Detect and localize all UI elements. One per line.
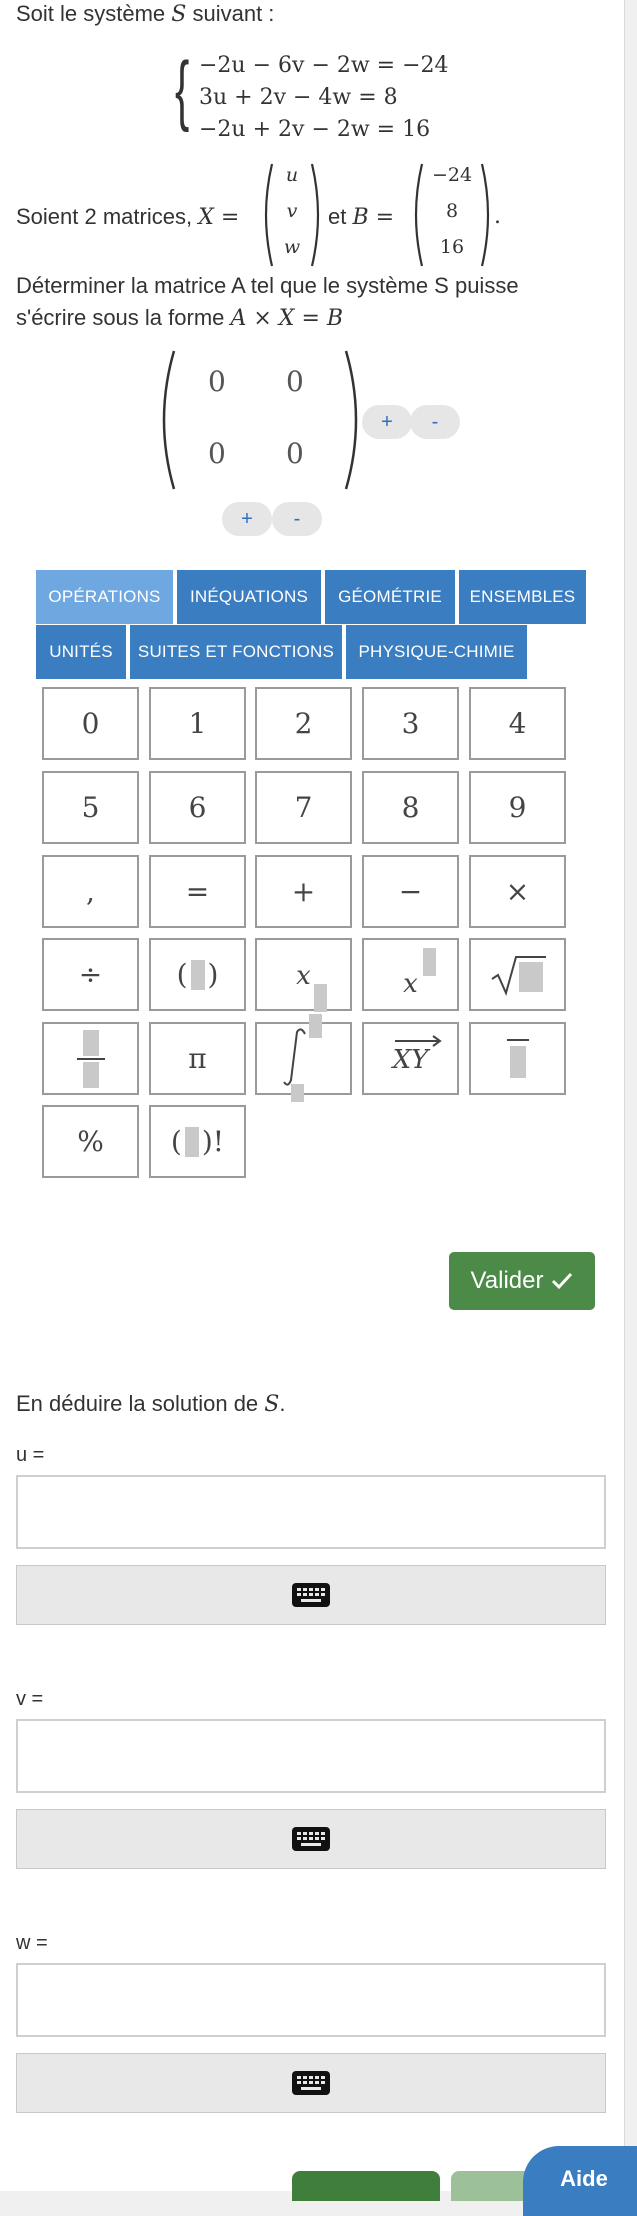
key-equals[interactable]: = [149, 855, 246, 928]
tab-ensembles[interactable]: ENSEMBLES [459, 570, 586, 624]
help-button[interactable]: Aide [523, 2146, 637, 2216]
key-plus[interactable]: + [255, 855, 352, 928]
key-divide[interactable]: ÷ [42, 938, 139, 1011]
answer-v-input[interactable] [16, 1719, 606, 1793]
equation-3: −2u + 2v − 2w = 16 [199, 117, 431, 142]
equation-1: −2u − 6v − 2w = −24 [199, 53, 449, 78]
key-subscript[interactable]: x [255, 938, 352, 1012]
matrix-b: −24 8 16 [412, 160, 492, 270]
intro-text: Soit le système S suivant : [16, 1, 275, 27]
key-minus[interactable]: − [362, 855, 459, 928]
key-fraction[interactable] [42, 1022, 139, 1095]
validate-button[interactable]: Valider [449, 1252, 595, 1310]
remove-row-button[interactable]: - [272, 502, 322, 536]
matrix-b-entry: 16 [439, 236, 465, 258]
keyboard-icon [292, 1583, 330, 1607]
deduce-text: En déduire la solution de S. [16, 1391, 286, 1417]
matrix-x-entry: v [286, 200, 298, 222]
key-times[interactable]: × [469, 855, 566, 928]
key-pi[interactable]: π [149, 1022, 246, 1095]
matrix-x-entry: u [285, 164, 299, 186]
matrix-a-cell[interactable]: 0 [208, 437, 226, 470]
key-integral[interactable] [255, 1014, 352, 1102]
key-1[interactable]: 1 [149, 687, 246, 760]
answer-w-keyboard-toggle[interactable] [16, 2053, 606, 2113]
overline-icon [506, 1038, 529, 1078]
matrix-x: u v w [262, 160, 322, 270]
equation-2: 3u + 2v − 4w = 8 [199, 85, 398, 110]
keyboard-icon [292, 2071, 330, 2095]
matrix-a-cell[interactable]: 0 [286, 365, 304, 398]
key-4[interactable]: 4 [469, 687, 566, 760]
add-row-button[interactable]: + [222, 502, 272, 536]
tab-suites-et-fonctions[interactable]: SUITES ET FONCTIONS [130, 625, 342, 679]
sentence-period: . [494, 204, 501, 229]
key-9[interactable]: 9 [469, 771, 566, 844]
matrices-sentence-prefix: Soient 2 matrices, X = [16, 204, 240, 230]
answer-w-label: w = [16, 1932, 48, 1954]
remove-column-button[interactable]: - [410, 405, 460, 439]
key-5[interactable]: 5 [42, 771, 139, 844]
check-icon [552, 1272, 573, 1290]
key-percent[interactable]: % [42, 1105, 139, 1178]
tab-operations[interactable]: OPÉRATIONS [36, 570, 173, 624]
tab-inequations[interactable]: INÉQUATIONS [177, 570, 321, 624]
task-line-2: s'écrire sous la forme A × X = B [16, 305, 344, 331]
task-line-1: Déterminer la matrice A tel que le systè… [16, 273, 519, 298]
key-6[interactable]: 6 [149, 771, 246, 844]
tab-physique-chimie[interactable]: PHYSIQUE-CHIMIE [346, 625, 527, 679]
key-factorial[interactable]: ()! [149, 1105, 246, 1178]
matrix-x-entry: w [283, 236, 301, 258]
bottom-primary-button[interactable] [292, 2171, 440, 2201]
tab-unites[interactable]: UNITÉS [36, 625, 126, 679]
key-comma[interactable]: , [42, 855, 139, 928]
key-8[interactable]: 8 [362, 771, 459, 844]
answer-u-label: u = [16, 1444, 45, 1466]
key-superscript[interactable]: x [362, 938, 459, 1011]
key-square-root[interactable] [469, 938, 566, 1011]
answer-w-input[interactable] [16, 1963, 606, 2037]
matrix-b-entry: −24 [431, 164, 473, 186]
key-vector[interactable]: XY [362, 1022, 459, 1095]
vector-arrow-icon [394, 1035, 442, 1047]
matrix-a-cell[interactable]: 0 [286, 437, 304, 470]
matrix-b-entry: 8 [445, 200, 459, 222]
key-parentheses[interactable]: () [149, 938, 246, 1011]
answer-u-input[interactable] [16, 1475, 606, 1549]
key-3[interactable]: 3 [362, 687, 459, 760]
key-2[interactable]: 2 [255, 687, 352, 760]
fraction-icon [76, 1029, 105, 1088]
keyboard-icon [292, 1827, 330, 1851]
integral-icon [283, 1014, 322, 1102]
matrix-a-cell[interactable]: 0 [208, 365, 226, 398]
answer-v-keyboard-toggle[interactable] [16, 1809, 606, 1869]
key-overline[interactable] [469, 1022, 566, 1095]
add-column-button[interactable]: + [362, 405, 412, 439]
matrices-sentence-connector: et B = [328, 204, 395, 230]
key-7[interactable]: 7 [255, 771, 352, 844]
matrix-a-editor: 0 0 0 0 [160, 345, 360, 495]
square-root-icon [490, 955, 546, 996]
answer-u-keyboard-toggle[interactable] [16, 1565, 606, 1625]
bottom-secondary-button[interactable] [451, 2171, 531, 2201]
exercise-page: Soit le système S suivant : { −2u − 6v −… [0, 0, 625, 2201]
key-0[interactable]: 0 [42, 687, 139, 760]
tab-geometrie[interactable]: GÉOMÉTRIE [325, 570, 455, 624]
answer-v-label: v = [16, 1688, 44, 1710]
